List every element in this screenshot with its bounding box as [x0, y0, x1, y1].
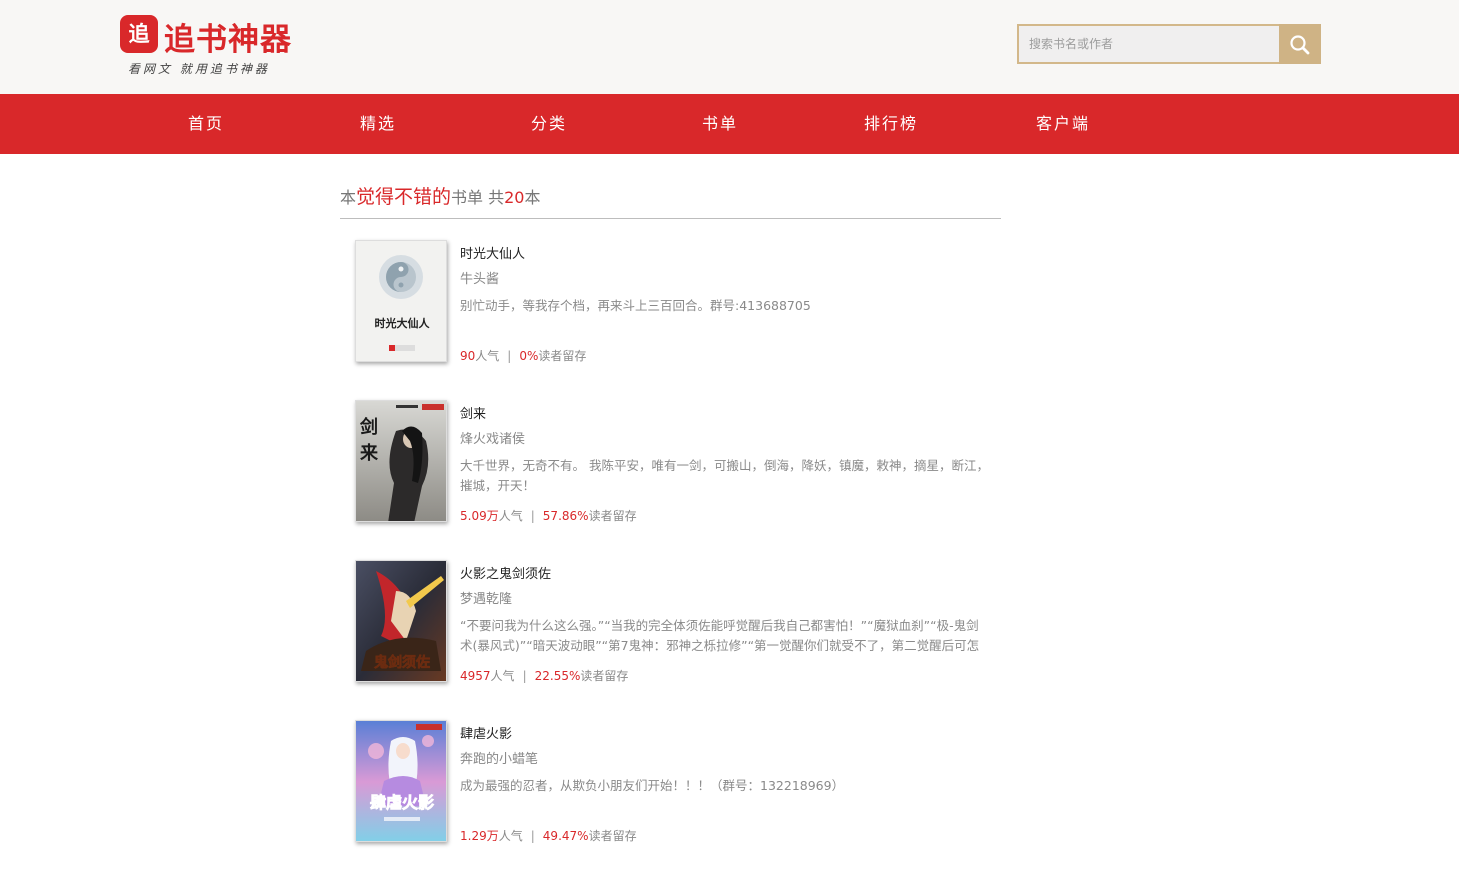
main-nav: 首页 精选 分类 书单 排行榜 客户端: [0, 94, 1459, 154]
cover-title-char-2: 来: [359, 443, 379, 464]
book-stats: 90人气 | 0%读者留存: [460, 347, 586, 364]
nav-item-home[interactable]: 首页: [146, 94, 266, 154]
book-cover[interactable]: 肆虐火影: [355, 720, 447, 842]
book-stats: 5.09万人气 | 57.86%读者留存: [460, 507, 637, 524]
book-title[interactable]: 火影之鬼剑须佐: [460, 563, 551, 582]
retention-value: 49.47%: [542, 829, 589, 843]
book-item[interactable]: 剑 来 剑来 烽火戏诸侯 大千世界，无奇不有。 我陈平安，唯有一剑，可搬山，倒海…: [355, 400, 995, 524]
stats-separator: |: [530, 829, 535, 843]
booklist-header: 本觉得不错的书单 共20本: [340, 182, 1001, 219]
book-cover[interactable]: 鬼剑须佐: [355, 560, 447, 682]
booklist-suffix: 书单 共: [451, 188, 505, 207]
retention-label: 读者留存: [580, 669, 629, 683]
nav-item-client[interactable]: 客户端: [1003, 94, 1123, 154]
book-item[interactable]: 肆虐火影 肆虐火影 奔跑的小蜡笔 成为最强的忍者，从欺负小朋友们开始！！！（群号…: [355, 720, 995, 844]
popularity-label: 人气: [490, 669, 515, 683]
site-header: 追 追书神器 看网文 就用追书神器: [0, 0, 1459, 94]
cover-title-text: 鬼剑须佐: [374, 654, 430, 671]
search-icon: [1290, 35, 1310, 55]
logo-slogan: 看网文 就用追书神器: [128, 62, 270, 76]
book-description: 大千世界，无奇不有。 我陈平安，唯有一剑，可搬山，倒海，降妖，镇魔，敕神，摘星，…: [460, 458, 989, 493]
book-stats: 4957人气 | 22.55%读者留存: [460, 667, 628, 684]
popularity-label: 人气: [498, 829, 523, 843]
cover-title-text: 时光大仙人: [375, 316, 431, 330]
book-author[interactable]: 奔跑的小蜡笔: [460, 748, 538, 767]
book-title[interactable]: 肆虐火影: [460, 723, 512, 742]
book-title[interactable]: 剑来: [460, 403, 486, 422]
book-description: 成为最强的忍者，从欺负小朋友们开始！！！（群号：132218969）: [460, 778, 845, 793]
retention-label: 读者留存: [588, 829, 637, 843]
search-input[interactable]: [1017, 24, 1279, 64]
book-author[interactable]: 梦遇乾隆: [460, 588, 512, 607]
retention-value: 22.55%: [534, 669, 581, 683]
logo-mark-char: 追: [128, 22, 150, 46]
nav-item-booklist[interactable]: 书单: [660, 94, 780, 154]
cover-title-char-1: 剑: [359, 416, 378, 438]
logo-text: 追书神器: [164, 22, 292, 58]
popularity-value: 4957: [460, 669, 491, 683]
book-author[interactable]: 烽火戏诸侯: [460, 428, 525, 447]
nav-item-ranking[interactable]: 排行榜: [831, 94, 951, 154]
popularity-label: 人气: [498, 509, 523, 523]
stats-separator: |: [522, 669, 527, 683]
booklist-title: 觉得不错的: [356, 186, 452, 208]
nav-item-featured[interactable]: 精选: [318, 94, 438, 154]
booklist-prefix: 本: [340, 188, 357, 207]
nav-item-category[interactable]: 分类: [489, 94, 609, 154]
booklist-unit: 本: [524, 188, 541, 207]
book-description: 别忙动手，等我存个档，再来斗上三百回合。群号:413688705: [460, 298, 811, 313]
retention-label: 读者留存: [588, 509, 637, 523]
stats-separator: |: [507, 349, 512, 363]
booklist-count: 20: [504, 188, 525, 207]
cover-title-text: 肆虐火影: [370, 793, 434, 812]
book-stats: 1.29万人气 | 49.47%读者留存: [460, 827, 637, 844]
book-cover[interactable]: 时光大仙人: [355, 240, 447, 362]
popularity-label: 人气: [475, 349, 500, 363]
popularity-value: 1.29万: [460, 829, 499, 843]
retention-label: 读者留存: [538, 349, 587, 363]
stats-separator: |: [530, 509, 535, 523]
book-title[interactable]: 时光大仙人: [460, 243, 525, 262]
book-item[interactable]: 鬼剑须佐 火影之鬼剑须佐 梦遇乾隆 “不要问我为什么这么强。”“当我的完全体须佐…: [355, 560, 995, 684]
retention-value: 0%: [519, 349, 539, 363]
search-bar: [1017, 24, 1321, 64]
book-cover[interactable]: 剑 来: [355, 400, 447, 522]
book-description: “不要问我为什么这么强。”“当我的完全体须佐能呼觉醒后我自己都害怕！”“魔狱血刹…: [460, 618, 980, 653]
logo-mark-icon: 追: [120, 15, 158, 53]
book-item[interactable]: 时光大仙人 时光大仙人 牛头酱 别忙动手，等我存个档，再来斗上三百回合。群号:4…: [355, 240, 995, 364]
search-button[interactable]: [1279, 24, 1321, 64]
popularity-value: 90: [460, 349, 476, 363]
book-author[interactable]: 牛头酱: [460, 268, 499, 287]
popularity-value: 5.09万: [460, 509, 499, 523]
retention-value: 57.86%: [542, 509, 589, 523]
